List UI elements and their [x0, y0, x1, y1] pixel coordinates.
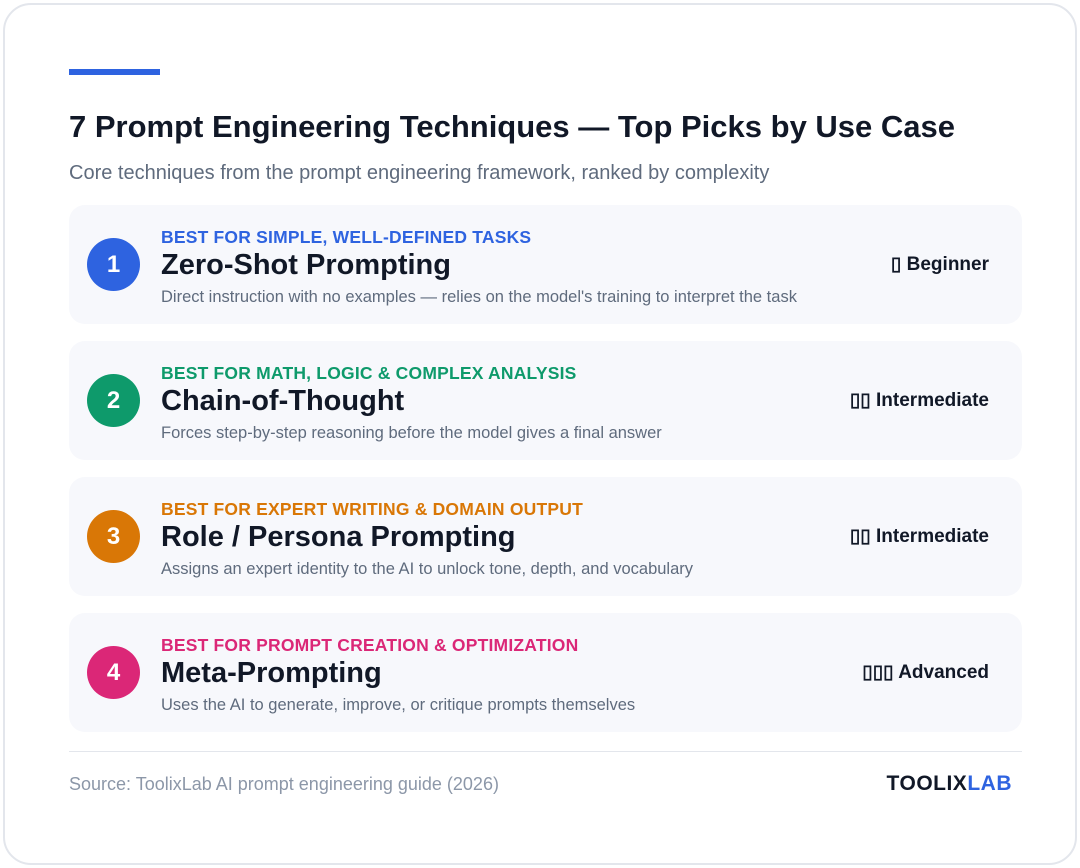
- rank-badge: 1: [87, 238, 140, 291]
- logo-text-accent: LAB: [967, 772, 1012, 795]
- difficulty-level: ▯▯ Intermediate: [849, 390, 989, 411]
- use-case-tag: BEST FOR EXPERT WRITING & DOMAIN OUTPUT: [161, 499, 583, 519]
- technique-name: Meta-Prompting: [161, 657, 382, 689]
- footer-divider: [69, 751, 1022, 752]
- rank-badge: 4: [87, 646, 140, 699]
- accent-bar: [69, 69, 160, 75]
- infographic-card: 7 Prompt Engineering Techniques — Top Pi…: [3, 3, 1077, 865]
- difficulty-level: ▯ Beginner: [890, 254, 989, 275]
- technique-item-zero-shot: 1 BEST FOR SIMPLE, WELL-DEFINED TASKS Ze…: [69, 205, 1022, 324]
- logo-text-primary: TOOLIX: [886, 772, 968, 795]
- technique-name: Role / Persona Prompting: [161, 521, 516, 553]
- technique-name: Chain-of-Thought: [161, 385, 405, 417]
- use-case-tag: BEST FOR SIMPLE, WELL-DEFINED TASKS: [161, 227, 532, 247]
- technique-description: Assigns an expert identity to the AI to …: [161, 560, 694, 578]
- technique-item-chain-of-thought: 2 BEST FOR MATH, LOGIC & COMPLEX ANALYSI…: [69, 341, 1022, 460]
- technique-description: Direct instruction with no examples — re…: [161, 288, 797, 306]
- use-case-tag: BEST FOR PROMPT CREATION & OPTIMIZATION: [161, 635, 579, 655]
- page-title: 7 Prompt Engineering Techniques — Top Pi…: [69, 109, 956, 144]
- technique-name: Zero-Shot Prompting: [161, 249, 451, 281]
- difficulty-level: ▯▯▯ Advanced: [862, 662, 989, 683]
- technique-item-role-persona: 3 BEST FOR EXPERT WRITING & DOMAIN OUTPU…: [69, 477, 1022, 596]
- technique-item-meta-prompting: 4 BEST FOR PROMPT CREATION & OPTIMIZATIO…: [69, 613, 1022, 732]
- use-case-tag: BEST FOR MATH, LOGIC & COMPLEX ANALYSIS: [161, 363, 577, 383]
- brand-logo: TOOLIXLAB: [887, 772, 1012, 796]
- technique-description: Uses the AI to generate, improve, or cri…: [161, 696, 636, 714]
- source-note: Source: ToolixLab AI prompt engineering …: [69, 774, 499, 794]
- page-subtitle: Core techniques from the prompt engineer…: [69, 162, 770, 184]
- rank-badge: 2: [87, 374, 140, 427]
- rank-badge: 3: [87, 510, 140, 563]
- difficulty-level: ▯▯ Intermediate: [849, 526, 989, 547]
- technique-description: Forces step-by-step reasoning before the…: [161, 424, 662, 442]
